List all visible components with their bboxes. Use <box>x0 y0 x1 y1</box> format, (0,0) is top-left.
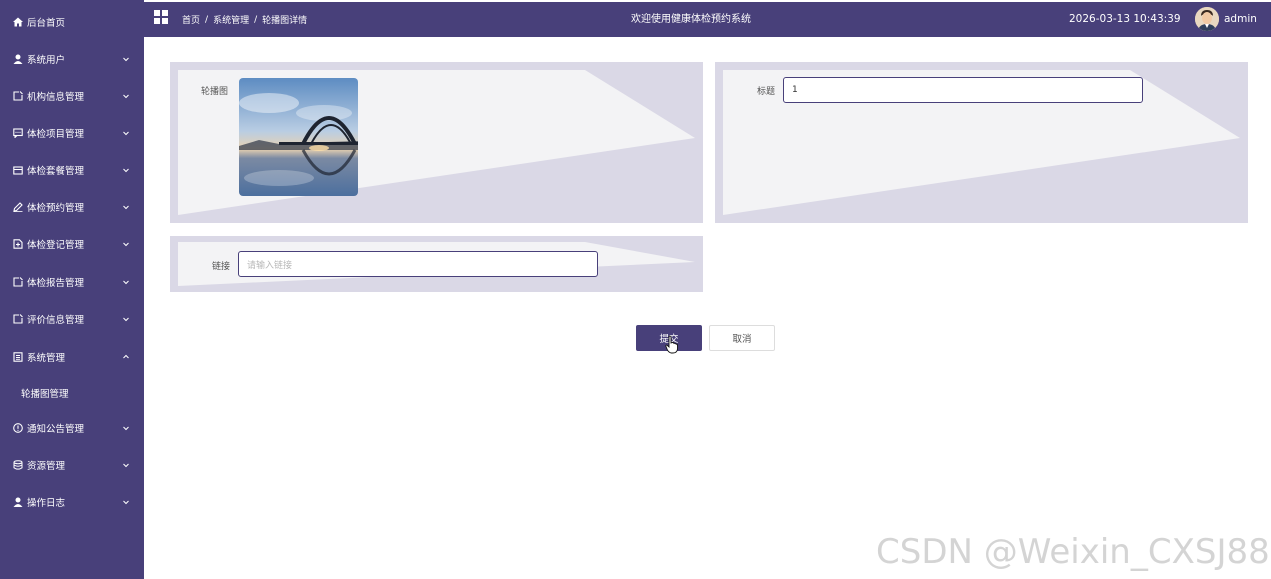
sidebar-item-system-users[interactable]: 系统用户 <box>0 40 144 77</box>
sidebar-item-resources[interactable]: 资源管理 <box>0 446 144 483</box>
top-header: 首页 / 系统管理 / 轮播图详情 欢迎使用健康体检预约系统 2026-03-1… <box>144 2 1271 37</box>
breadcrumb-system-management[interactable]: 系统管理 <box>213 13 249 26</box>
sidebar-item-label: 系统用户 <box>27 54 66 66</box>
avatar[interactable] <box>1195 7 1219 31</box>
sidebar-item-label: 体检项目管理 <box>27 128 85 140</box>
title-label: 标题 <box>757 87 776 97</box>
chevron-down-icon <box>123 57 129 61</box>
pen-icon <box>11 201 24 212</box>
breadcrumb-separator: / <box>254 14 258 25</box>
chevron-down-icon <box>123 242 129 246</box>
chevron-down-icon <box>123 426 129 430</box>
cancel-button[interactable]: 取消 <box>709 325 775 351</box>
title-input[interactable]: 1 <box>783 77 1143 103</box>
sidebar-item-notices[interactable]: 通知公告管理 <box>0 409 144 446</box>
image-field-panel: 轮播图 <box>170 62 703 223</box>
chevron-down-icon <box>123 131 129 135</box>
chevron-down-icon <box>123 205 129 209</box>
sidebar-subitem-label: 轮播图管理 <box>21 389 69 400</box>
list-doc-icon <box>11 351 24 362</box>
sidebar-item-exam-items[interactable]: 体检项目管理 <box>0 114 144 151</box>
sidebar-item-operation-log[interactable]: 操作日志 <box>0 483 144 520</box>
doc-plus-icon <box>11 238 24 249</box>
hand-cursor-icon <box>665 335 678 354</box>
watermark: CSDN @Weixin_CXSJ881 <box>876 532 1271 572</box>
sidebar-item-institution[interactable]: 机构信息管理 <box>0 77 144 114</box>
message-icon <box>11 127 24 138</box>
link-field-panel: 链接 请输入链接 <box>170 236 703 292</box>
chevron-down-icon <box>123 463 129 467</box>
sidebar-item-system-management[interactable]: 系统管理 <box>0 338 144 375</box>
sidebar-item-label: 体检套餐管理 <box>27 165 85 177</box>
database-icon <box>11 459 24 470</box>
sidebar-item-label: 后台首页 <box>27 17 66 29</box>
breadcrumb-home[interactable]: 首页 <box>182 13 200 26</box>
info-icon <box>11 422 24 433</box>
sidebar-item-label: 评价信息管理 <box>27 314 85 326</box>
sidebar-item-appointments[interactable]: 体检预约管理 <box>0 188 144 225</box>
box-icon <box>11 165 24 175</box>
sidebar-item-packages[interactable]: 体检套餐管理 <box>0 151 144 188</box>
sidebar-item-registration[interactable]: 体检登记管理 <box>0 225 144 262</box>
breadcrumb-separator: / <box>205 14 209 25</box>
menu-grid-icon[interactable] <box>154 10 168 24</box>
title-field-panel: 标题 1 <box>715 62 1248 223</box>
sidebar-item-label: 资源管理 <box>27 460 66 472</box>
username[interactable]: admin <box>1224 2 1257 37</box>
edit-doc-icon <box>11 276 24 287</box>
image-label: 轮播图 <box>201 87 229 97</box>
user-icon <box>11 497 24 507</box>
sidebar-subitem-carousel[interactable]: 轮播图管理 <box>0 376 144 410</box>
edit-doc-icon <box>11 313 24 324</box>
sidebar-item-label: 操作日志 <box>27 497 66 509</box>
chevron-down-icon <box>123 317 129 321</box>
sidebar-item-label: 系统管理 <box>27 352 66 364</box>
edit-doc-icon <box>11 90 24 101</box>
carousel-image[interactable] <box>239 78 358 196</box>
sidebar-item-label: 体检报告管理 <box>27 277 85 289</box>
chevron-up-icon <box>123 354 129 358</box>
breadcrumb-current: 轮播图详情 <box>262 16 308 26</box>
chevron-down-icon <box>123 94 129 98</box>
sidebar-item-home[interactable]: 后台首页 <box>0 3 144 40</box>
chevron-down-icon <box>123 500 129 504</box>
user-icon <box>11 54 24 64</box>
sidebar-item-reviews[interactable]: 评价信息管理 <box>0 300 144 337</box>
home-icon <box>11 17 24 27</box>
link-input[interactable]: 请输入链接 <box>238 251 598 277</box>
sidebar: 后台首页 系统用户 机构信息管理 体检项目管理 体检套餐管理 体检预约管理 体检… <box>0 0 144 579</box>
sidebar-item-reports[interactable]: 体检报告管理 <box>0 263 144 300</box>
welcome-title: 欢迎使用健康体检预约系统 <box>631 14 751 25</box>
breadcrumb: 首页 / 系统管理 / 轮播图详情 <box>182 2 307 37</box>
link-label: 链接 <box>212 262 231 272</box>
sidebar-item-label: 通知公告管理 <box>27 423 85 435</box>
sidebar-item-label: 机构信息管理 <box>27 91 85 103</box>
sidebar-item-label: 体检登记管理 <box>27 239 85 251</box>
datetime-display: 2026-03-13 10:43:39 <box>1069 13 1181 25</box>
sidebar-item-label: 体检预约管理 <box>27 202 85 214</box>
chevron-down-icon <box>123 280 129 284</box>
chevron-down-icon <box>123 168 129 172</box>
